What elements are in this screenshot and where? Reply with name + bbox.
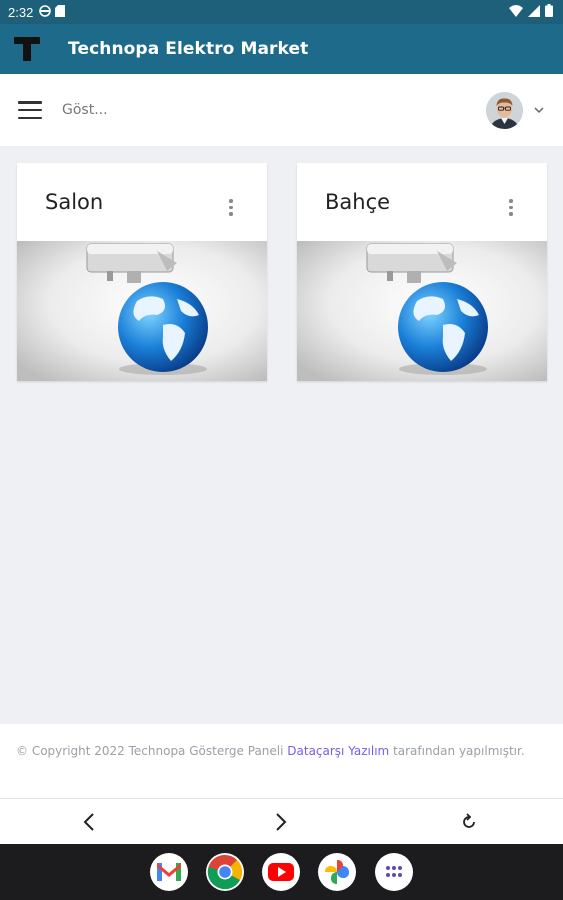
sd-card-icon bbox=[55, 4, 66, 20]
battery-icon bbox=[545, 4, 553, 20]
youtube-icon[interactable] bbox=[262, 853, 300, 891]
camera-card-bahce[interactable]: Bahçe bbox=[297, 163, 547, 381]
app-logo bbox=[12, 34, 42, 64]
browser-nav-bar bbox=[0, 798, 563, 844]
wifi-icon bbox=[509, 4, 523, 20]
top-toolbar bbox=[0, 74, 563, 146]
chevron-down-icon[interactable] bbox=[533, 101, 545, 119]
menu-icon[interactable] bbox=[18, 101, 42, 119]
vpn-icon bbox=[39, 4, 52, 20]
app-bar: Technopa Elektro Market bbox=[0, 24, 563, 74]
card-title: Bahçe bbox=[325, 190, 391, 214]
copyright-suffix: tarafından yapılmıştır. bbox=[389, 744, 525, 758]
app-drawer-icon[interactable] bbox=[375, 853, 413, 891]
reload-icon[interactable] bbox=[454, 807, 484, 837]
avatar[interactable] bbox=[486, 91, 523, 129]
developer-link[interactable]: Dataçarşı Yazılım bbox=[287, 744, 389, 758]
photos-icon[interactable] bbox=[318, 853, 356, 891]
copyright-prefix: © Copyright 2022 Technopa Gösterge Panel… bbox=[16, 744, 288, 758]
page-footer: © Copyright 2022 Technopa Gösterge Panel… bbox=[0, 724, 563, 798]
camera-globe-image bbox=[17, 241, 267, 381]
status-bar: 2:32 bbox=[0, 0, 563, 24]
camera-globe-image bbox=[297, 241, 547, 381]
camera-card-salon[interactable]: Salon bbox=[17, 163, 267, 381]
more-vert-icon[interactable] bbox=[229, 199, 233, 216]
dashboard-content: Salon Bahçe bbox=[0, 146, 563, 724]
gmail-icon[interactable] bbox=[150, 853, 188, 891]
signal-icon bbox=[528, 4, 540, 20]
status-time: 2:32 bbox=[8, 4, 34, 20]
chevron-left-icon[interactable] bbox=[74, 807, 104, 837]
more-vert-icon[interactable] bbox=[509, 199, 513, 216]
app-dock bbox=[0, 844, 563, 900]
chevron-right-icon[interactable] bbox=[266, 807, 296, 837]
chrome-icon[interactable] bbox=[206, 853, 244, 891]
search-input[interactable] bbox=[60, 101, 364, 119]
user-menu[interactable] bbox=[486, 91, 545, 129]
copyright-text: © Copyright 2022 Technopa Gösterge Panel… bbox=[16, 740, 547, 762]
app-title: Technopa Elektro Market bbox=[68, 39, 309, 59]
card-title: Salon bbox=[45, 190, 104, 214]
